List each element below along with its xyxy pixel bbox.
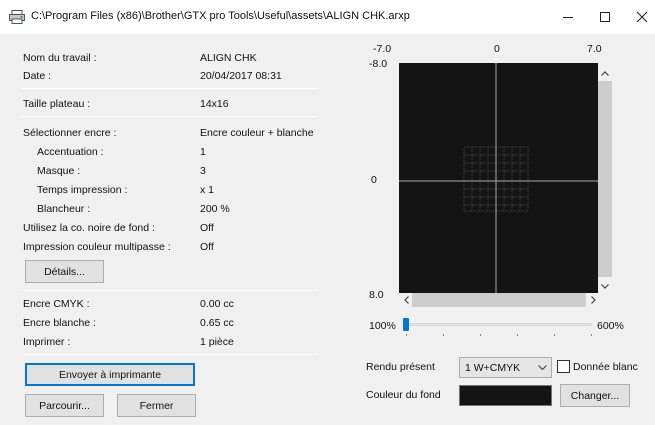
select-ink-value: Encre couleur + blanche <box>200 127 314 139</box>
print-count-value: 1 pièce <box>200 336 234 348</box>
scroll-up-icon[interactable] <box>598 66 612 80</box>
date-value: 20/04/2017 08:31 <box>200 70 282 82</box>
platen-size-value: 14x16 <box>200 98 229 110</box>
zoom-min-label: 100% <box>369 320 396 332</box>
slider-tick <box>554 334 555 336</box>
browse-button[interactable]: Parcourir... <box>25 394 104 417</box>
whiteness-value: 200 % <box>200 203 230 215</box>
white-ink-label: Encre blanche : <box>23 317 96 329</box>
white-ink-value: 0.65 cc <box>200 317 234 329</box>
slider-tick <box>517 334 518 336</box>
slider-tick <box>591 334 592 336</box>
y-axis-bottom-label: 8.0 <box>369 289 384 301</box>
black-background-value: Off <box>200 222 214 234</box>
black-background-label: Utilisez la co. noire de fond : <box>23 222 155 234</box>
print-time-label: Temps impression : <box>37 184 128 196</box>
divider <box>22 88 318 89</box>
maximize-button[interactable] <box>585 5 625 29</box>
zoom-slider-thumb[interactable] <box>403 318 409 331</box>
chevron-down-icon <box>538 362 547 374</box>
background-color-label: Couleur du fond <box>366 389 441 401</box>
scroll-down-icon[interactable] <box>598 279 612 293</box>
minimize-button[interactable] <box>548 5 588 29</box>
slider-tick <box>480 334 481 336</box>
horizontal-scroll-thumb[interactable] <box>412 293 586 307</box>
print-count-label: Imprimer : <box>23 336 71 348</box>
y-axis-top-label: -8.0 <box>369 58 388 70</box>
cmyk-ink-value: 0.00 cc <box>200 298 234 310</box>
white-data-label: Donnée blanc <box>573 361 638 373</box>
print-time-value: x 1 <box>200 184 215 196</box>
select-ink-label: Sélectionner encre : <box>23 127 117 139</box>
details-button[interactable]: Détails... <box>25 260 104 283</box>
divider <box>22 290 318 291</box>
vertical-scroll-thumb[interactable] <box>598 81 612 277</box>
title-bar: C:\Program Files (x86)\Brother\GTX pro T… <box>0 0 655 34</box>
printer-icon <box>9 10 25 24</box>
multipass-value: Off <box>200 241 214 253</box>
multipass-label: Impression couleur multipasse : <box>23 241 171 253</box>
send-to-printer-button[interactable]: Envoyer à imprimante <box>25 363 195 386</box>
window-title: C:\Program Files (x86)\Brother\GTX pro T… <box>31 10 410 22</box>
whiteness-label: Blancheur : <box>37 203 91 215</box>
background-color-swatch <box>459 385 552 406</box>
zoom-max-label: 600% <box>597 320 624 332</box>
cmyk-ink-label: Encre CMYK : <box>23 298 90 310</box>
mask-value: 3 <box>200 165 206 177</box>
x-axis-center-label: 0 <box>494 43 500 55</box>
scroll-left-icon[interactable] <box>399 293 413 307</box>
white-data-checkbox[interactable] <box>557 360 570 373</box>
preview-graphic <box>399 63 598 293</box>
render-label: Rendu présent <box>366 361 435 373</box>
divider <box>22 354 318 355</box>
x-axis-max-label: 7.0 <box>587 43 602 55</box>
mask-label: Masque : <box>37 165 81 177</box>
x-axis-min-label: -7.0 <box>373 43 392 55</box>
scroll-right-icon[interactable] <box>586 293 600 307</box>
job-name-label: Nom du travail : <box>23 52 97 64</box>
change-color-button[interactable]: Changer... <box>560 384 630 407</box>
slider-tick <box>443 334 444 336</box>
print-preview-canvas[interactable] <box>399 63 598 293</box>
close-window-button[interactable] <box>622 5 655 29</box>
highlight-value: 1 <box>200 146 206 158</box>
render-select[interactable]: 1 W+CMYK <box>459 357 552 378</box>
platen-size-label: Taille plateau : <box>23 98 91 110</box>
highlight-label: Accentuation : <box>37 146 104 158</box>
divider <box>22 116 318 117</box>
slider-tick <box>406 334 407 336</box>
y-axis-center-label: 0 <box>371 174 377 186</box>
date-label: Date : <box>23 70 52 82</box>
zoom-slider-track[interactable] <box>406 323 592 326</box>
job-name-value: ALIGN CHK <box>200 52 257 64</box>
close-button[interactable]: Fermer <box>117 394 196 417</box>
render-select-value: 1 W+CMYK <box>465 361 521 374</box>
